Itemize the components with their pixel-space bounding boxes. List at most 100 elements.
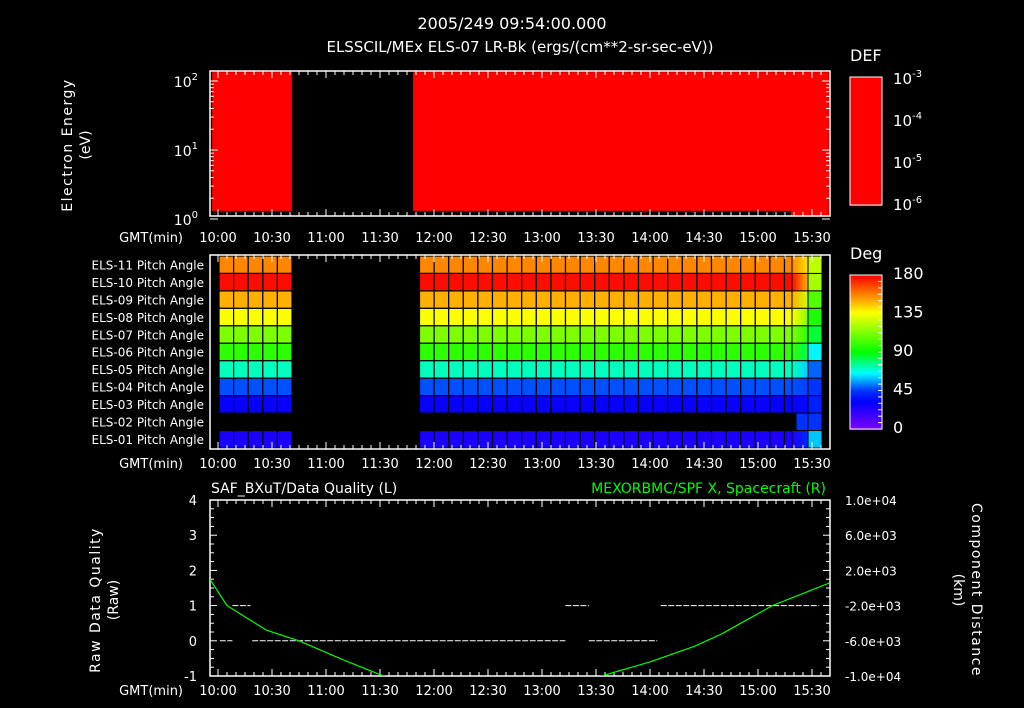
x-tick-label: 15:00 (739, 231, 776, 246)
pitch-cell (535, 272, 552, 292)
pitch-cell (807, 307, 823, 327)
y-left-tick-label: 2 (189, 564, 197, 579)
pitch-cell (696, 342, 713, 362)
y-right-tick-label: 6.0e+03 (845, 529, 897, 543)
y-tick-label: 101 (174, 141, 198, 160)
pitch-cell (262, 307, 278, 327)
pitch-cell (608, 377, 625, 397)
colorbar-tick-label: 10-6 (893, 195, 922, 214)
pitch-cell (491, 272, 508, 292)
pitch-row-label: ELS-06 Pitch Angle (92, 346, 204, 360)
pitch-cell-transition (791, 377, 809, 397)
pitch-cell (579, 272, 596, 292)
pitch-cell (535, 325, 552, 344)
x-tick-label: 11:00 (307, 684, 344, 699)
pitch-cell (579, 377, 596, 397)
pitch-cell (233, 325, 249, 344)
x-tick-label: 15:30 (793, 684, 830, 699)
pitch-cell (564, 307, 581, 327)
pitch-cell (262, 360, 278, 379)
pitch-cell (652, 395, 669, 414)
pitch-cell (418, 272, 435, 292)
pitch-cell (506, 360, 523, 379)
pitch-cell (623, 290, 640, 309)
plot-frame (209, 70, 831, 217)
x-tick-label: 12:00 (415, 457, 452, 472)
pitch-cell (681, 307, 698, 327)
pitch-cell (769, 307, 786, 327)
pitch-cell (740, 290, 756, 309)
pitch-cell (247, 395, 264, 414)
pitch-cell (491, 395, 508, 414)
pitch-cell (218, 307, 235, 327)
pitch-cell (807, 325, 823, 344)
y-right-tick-label: -6.0e+03 (845, 635, 901, 649)
pitch-cell (637, 307, 654, 327)
pitch-cell (608, 325, 625, 344)
pitch-row-label: ELS-03 Pitch Angle (92, 398, 204, 412)
pitch-cell (725, 395, 742, 414)
pitch-cell (681, 342, 698, 362)
pitch-cell (710, 255, 727, 275)
pitch-cell (807, 412, 823, 432)
pitch-cell (564, 290, 581, 309)
x-axis-label: GMT(min) (119, 457, 183, 472)
pitch-cell (276, 307, 293, 327)
pitch-cell (276, 377, 293, 397)
pitch-cell (276, 290, 293, 309)
colorbar-tick-label: 135 (893, 303, 924, 322)
pitch-cell (769, 325, 786, 344)
pitch-cell (550, 290, 567, 309)
pitch-cell (564, 272, 581, 292)
pitch-cell (710, 307, 727, 327)
pitch-cell (608, 395, 625, 414)
pitch-cell (754, 360, 771, 379)
y-axis-label: Electron Energy (60, 78, 76, 211)
plot-timestamp: 2005/249 09:54:00.000 (417, 14, 606, 33)
pitch-cell (710, 290, 727, 309)
pitch-cell (418, 325, 435, 344)
y-left-tick-label: 3 (189, 529, 197, 544)
pitch-cell (681, 377, 698, 397)
pitch-cell (725, 290, 742, 309)
pitch-cell (681, 290, 698, 309)
pitch-cell (506, 395, 523, 414)
pitch-cell (667, 272, 683, 292)
pitch-cell (807, 290, 823, 309)
pitch-cell (247, 272, 264, 292)
pitch-cell (594, 342, 610, 362)
pitch-cell (247, 290, 264, 309)
pitch-cell (710, 395, 727, 414)
pitch-cell (433, 307, 450, 327)
y-tick-label: 102 (174, 72, 198, 91)
pitch-cell (218, 255, 235, 275)
data-quality-panel: GMT(min) 10:00 10:30 11:00 11:30 12:00 12:30 13… (88, 481, 984, 699)
pitch-cell (652, 429, 669, 449)
pitch-cell (740, 255, 756, 275)
pitch-cell (696, 290, 713, 309)
pitch-cell (594, 429, 610, 449)
pitch-cell (262, 290, 278, 309)
pitch-cell (477, 360, 494, 379)
pitch-cell (477, 290, 494, 309)
pitch-cell (276, 342, 293, 362)
pitch-cell (725, 307, 742, 327)
pitch-cell (754, 429, 771, 449)
pitch-cell (564, 342, 581, 362)
pitch-cell (535, 395, 552, 414)
pitch-cell (247, 377, 264, 397)
pitch-cell (262, 429, 278, 449)
pitch-cell (448, 360, 464, 379)
x-axis-label: GMT(min) (119, 231, 183, 246)
pitch-cell (564, 377, 581, 397)
pitch-cell (233, 272, 249, 292)
pitch-cell (506, 272, 523, 292)
pitch-cell (725, 272, 742, 292)
pitch-cell (233, 377, 249, 397)
pitch-cell (276, 395, 293, 414)
pitch-cell (247, 429, 264, 449)
pitch-cell (448, 272, 464, 292)
pitch-cell (262, 342, 278, 362)
pitch-cell (521, 290, 537, 309)
x-tick-label: 14:30 (685, 231, 722, 246)
